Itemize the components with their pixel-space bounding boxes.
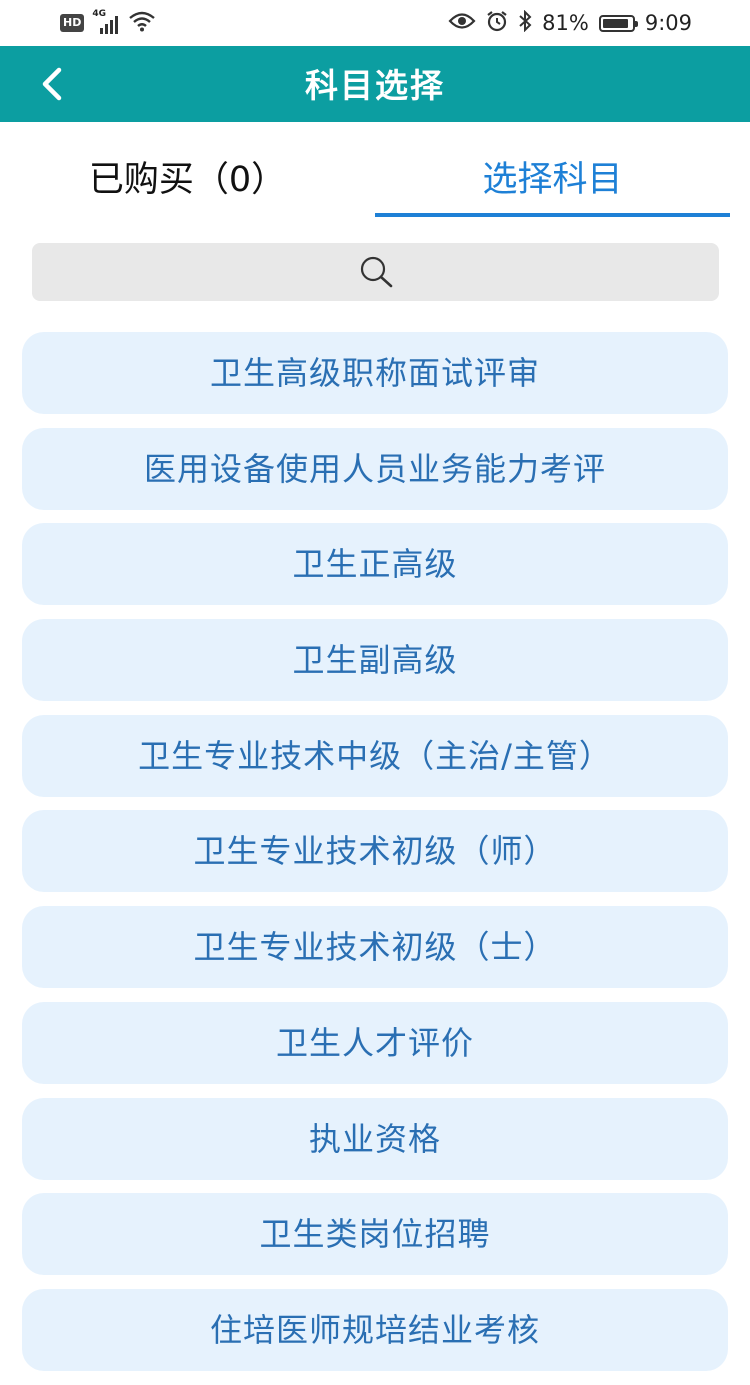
subject-item[interactable]: 卫生专业技术初级（师） [22, 810, 728, 893]
bluetooth-icon [518, 9, 532, 37]
battery-icon [598, 14, 638, 32]
active-tab-indicator [375, 213, 730, 217]
subject-item[interactable]: 住培医师规培结业考核 [22, 1288, 728, 1371]
hd-icon: HD [60, 14, 85, 32]
subject-item[interactable]: 执业资格 [22, 1097, 728, 1180]
subject-list: 卫生高级职称面试评审 医用设备使用人员业务能力考评 卫生正高级 卫生副高级 卫生… [22, 332, 728, 1385]
tab-purchased[interactable]: 已购买（0） [0, 150, 375, 210]
clock-time: 9:09 [644, 11, 692, 35]
search-bar[interactable] [32, 243, 719, 301]
search-input[interactable] [32, 243, 719, 301]
subject-item[interactable]: 卫生高级职称面试评审 [22, 332, 728, 414]
wifi-icon [128, 10, 156, 36]
signal-icon: 4G [92, 9, 120, 34]
tab-select-subject[interactable]: 选择科目 [375, 150, 730, 210]
page-title: 科目选择 [305, 66, 445, 105]
status-bar: HD 4G 81% 9:09 [0, 0, 750, 46]
subject-item[interactable]: 卫生副高级 [22, 619, 728, 702]
battery-percent: 81% [542, 11, 589, 35]
subject-item[interactable]: 卫生正高级 [22, 523, 728, 606]
app-header: 科目选择 [0, 46, 750, 122]
alarm-icon [486, 10, 508, 37]
subject-item[interactable]: 卫生人才评价 [22, 1001, 728, 1084]
eye-icon [448, 11, 476, 35]
tab-bar: 已购买（0） 选择科目 [0, 122, 750, 232]
subject-item[interactable]: 卫生类岗位招聘 [22, 1193, 728, 1276]
status-left: HD 4G [60, 9, 156, 36]
subject-item[interactable]: 医用设备使用人员业务能力考评 [22, 427, 728, 510]
status-right: 81% 9:09 [448, 8, 692, 38]
subject-item[interactable]: 卫生专业技术初级（士） [22, 906, 728, 989]
subject-item[interactable]: 卫生专业技术中级（主治/主管） [22, 714, 728, 797]
